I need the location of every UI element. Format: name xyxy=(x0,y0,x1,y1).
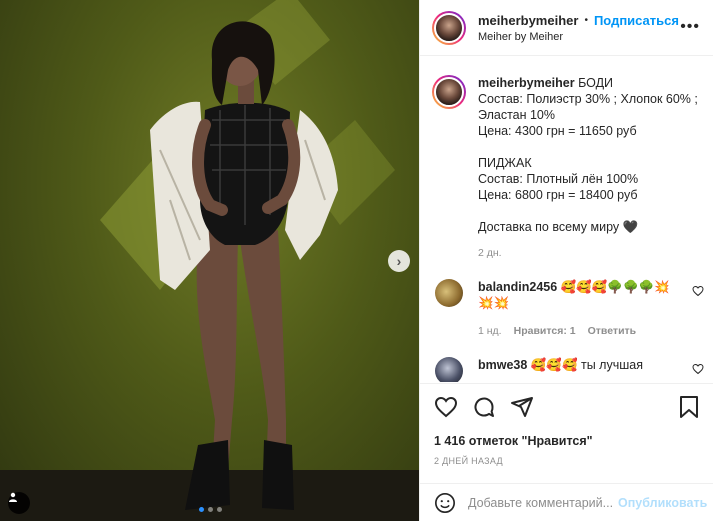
reply-button[interactable]: Ответить xyxy=(588,323,637,339)
share-icon[interactable] xyxy=(510,395,534,419)
heart-icon[interactable] xyxy=(692,285,704,297)
caption: meiherbymeiher БОДИ Состав: Полиэстр 30%… xyxy=(432,75,713,261)
post-date[interactable]: 2 ДНЕЙ НАЗАД xyxy=(434,456,700,466)
post-photo[interactable]: › xyxy=(0,0,419,521)
caption-line: Состав: Плотный лён 100% xyxy=(478,172,639,186)
comment-time[interactable]: 1 нд. xyxy=(478,323,502,339)
more-horizontal-icon[interactable]: ••• xyxy=(680,18,700,36)
post-actions: 1 416 отметок "Нравится" 2 ДНЕЙ НАЗАД xyxy=(420,383,713,466)
avatar[interactable] xyxy=(435,357,463,382)
comment-username[interactable]: balandin2456 xyxy=(478,280,557,294)
comment-likes[interactable]: Нравится: 1 xyxy=(514,323,576,339)
publish-button[interactable]: Опубликовать xyxy=(618,496,707,510)
avatar[interactable] xyxy=(432,10,466,45)
caption-line: Цена: 6800 грн = 18400 руб xyxy=(478,188,638,202)
heart-icon[interactable] xyxy=(434,395,458,419)
follow-button[interactable]: Подписаться xyxy=(594,13,679,28)
avatar[interactable] xyxy=(435,279,463,307)
comments-list[interactable]: meiherbymeiher БОДИ Состав: Полиэстр 30%… xyxy=(420,57,713,382)
bookmark-icon[interactable] xyxy=(678,395,700,419)
add-comment-bar: Добавьте комментарий... Опубликовать xyxy=(420,483,713,521)
instagram-post: › meiherbymeiher • Подписаться Meiher by… xyxy=(0,0,713,521)
comment-text: 🥰🥰🥰🌳🌳🌳💥 xyxy=(560,280,670,294)
comment-icon[interactable] xyxy=(472,395,496,419)
photo-illustration xyxy=(0,0,419,521)
user-icon xyxy=(9,492,17,502)
carousel-dot xyxy=(208,507,213,512)
likes-count[interactable]: 1 416 отметок "Нравится" xyxy=(434,434,700,448)
carousel-dot xyxy=(199,507,204,512)
comment-text: 🥰🥰🥰 ты лучшая xyxy=(530,358,643,372)
post-header: meiherbymeiher • Подписаться Meiher by M… xyxy=(420,0,713,56)
caption-line: Цена: 4300 грн = 11650 руб xyxy=(478,124,637,138)
header-separator: • xyxy=(584,14,588,26)
comment-text: 💥💥 xyxy=(478,296,510,310)
caption-line: Состав: Полиэстр 30% ; Хлопок 60% ; xyxy=(478,92,698,106)
tagged-user-button[interactable] xyxy=(8,492,30,514)
chevron-right-icon: › xyxy=(396,253,402,269)
caption-line: ПИДЖАК xyxy=(478,156,532,170)
list-item: bmwe38 🥰🥰🥰 ты лучшая xyxy=(432,357,713,382)
post-side-panel: meiherbymeiher • Подписаться Meiher by M… xyxy=(419,0,713,521)
caption-time[interactable]: 2 дн. xyxy=(478,245,698,261)
next-slide-button[interactable]: › xyxy=(388,250,410,272)
heart-icon[interactable] xyxy=(692,363,704,375)
caption-username[interactable]: meiherbymeiher xyxy=(478,76,575,90)
caption-line: БОДИ xyxy=(578,76,614,90)
comment-username[interactable]: bmwe38 xyxy=(478,358,527,372)
emoji-icon[interactable] xyxy=(434,492,456,514)
carousel-dot xyxy=(217,507,222,512)
list-item: balandin2456 🥰🥰🥰🌳🌳🌳💥 💥💥 1 нд. Нравится: … xyxy=(432,279,713,339)
caption-avatar[interactable] xyxy=(432,75,466,109)
header-subtitle[interactable]: Meiher by Meiher xyxy=(478,31,679,43)
header-username[interactable]: meiherbymeiher xyxy=(478,13,578,28)
caption-line: Доставка по всему миру 🖤 xyxy=(478,220,639,234)
caption-line: Эластан 10% xyxy=(478,108,555,122)
comment-input[interactable]: Добавьте комментарий... xyxy=(468,496,616,510)
carousel-indicator xyxy=(199,507,222,512)
